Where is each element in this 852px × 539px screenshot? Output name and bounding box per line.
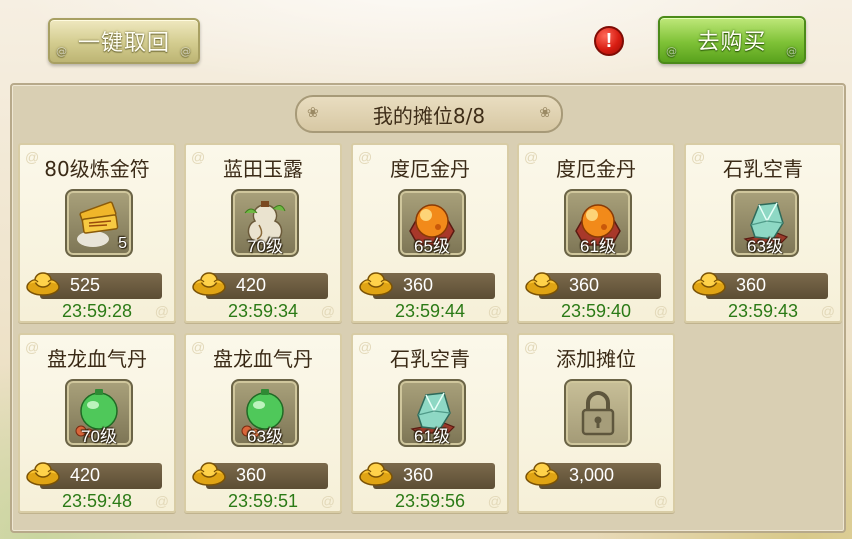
item-name: 石乳空青: [390, 347, 470, 371]
swirl-ornament-icon: @: [666, 45, 678, 58]
listing-timer: 23:59:43: [727, 301, 799, 321]
item-slot[interactable]: 63级: [231, 379, 299, 447]
item-slot[interactable]: 61级: [398, 379, 466, 447]
gold-ingot-icon: [359, 462, 393, 486]
add-stall-card[interactable]: @ 添加摊位 3,000 @: [517, 333, 675, 513]
item-price: 360: [736, 275, 767, 295]
item-level: 63级: [747, 237, 783, 256]
go-buy-label: 去购买: [697, 30, 767, 55]
listing-timer: 23:59:48: [61, 491, 133, 511]
go-buy-button[interactable]: @ 去购买 @: [658, 16, 806, 64]
corner-ornament-icon: @: [154, 303, 169, 319]
corner-ornament-icon: @: [320, 493, 335, 509]
listing-timer: 23:59:34: [227, 301, 299, 321]
corner-ornament-icon: @: [820, 303, 835, 319]
corner-ornament-icon: @: [320, 303, 335, 319]
listing-timer: 23:59:56: [394, 491, 466, 511]
item-level: 70级: [247, 237, 283, 256]
gold-ingot-icon: [192, 272, 226, 296]
item-name: 度厄金丹: [556, 157, 636, 181]
item-name: 度厄金丹: [390, 157, 470, 181]
swirl-ornament-icon: @: [180, 45, 192, 58]
gold-ingot-icon: [692, 272, 726, 296]
panel-title: 我的摊位8/8: [372, 103, 486, 128]
withdraw-all-label: 一键取回: [77, 31, 170, 56]
item-price: 360: [236, 465, 267, 485]
stall-card[interactable]: @ 度厄金丹 61级 360 23:59:40 @: [517, 143, 675, 323]
alert-icon[interactable]: !: [594, 26, 624, 56]
gold-ingot-icon: [192, 462, 226, 486]
gold-ingot-icon: [359, 272, 393, 296]
corner-ornament-icon: @: [653, 303, 668, 319]
stall-card[interactable]: @ 度厄金丹 65级 360 23:59:44 @: [351, 143, 509, 323]
lock-icon: [581, 391, 615, 436]
item-price: 360: [403, 465, 434, 485]
corner-ornament-icon: @: [487, 493, 502, 509]
scroll-ornament-icon: ❀: [307, 105, 319, 121]
corner-ornament-icon: @: [487, 303, 502, 319]
gold-ingot-icon: [525, 272, 559, 296]
item-price: 525: [70, 275, 101, 295]
gold-ingot-icon: [26, 462, 60, 486]
stall-card[interactable]: @ 盘龙血气丹 70级 420 23:59:48 @: [18, 333, 176, 513]
item-level: 70级: [81, 427, 117, 446]
item-slot[interactable]: 70级: [65, 379, 133, 447]
item-name: 盘龙血气丹: [47, 347, 147, 371]
item-price: 360: [403, 275, 434, 295]
swirl-ornament-icon: @: [56, 45, 68, 58]
listing-timer: 23:59:40: [560, 301, 632, 321]
stall-card[interactable]: @ 盘龙血气丹 63级 360 23:59:51 @: [184, 333, 342, 513]
panel-title-banner: ❀ 我的摊位8/8 ❀: [295, 95, 563, 133]
item-name: 石乳空青: [723, 157, 803, 181]
item-level: 65级: [414, 237, 450, 256]
corner-ornament-icon: @: [154, 493, 169, 509]
item-name: 蓝田玉露: [223, 157, 303, 181]
item-slot[interactable]: 61级: [564, 189, 632, 257]
scroll-ornament-icon: ❀: [539, 105, 551, 121]
item-quantity: 5: [118, 235, 127, 252]
item-name: 80级炼金符: [44, 157, 150, 181]
item-level: 61级: [580, 237, 616, 256]
swirl-ornament-icon: @: [786, 45, 798, 58]
item-slot[interactable]: 70级: [231, 189, 299, 257]
listing-timer: 23:59:44: [394, 301, 466, 321]
item-name: 盘龙血气丹: [213, 347, 313, 371]
stall-card[interactable]: @ 石乳空青 61级 360 23:59:56 @: [351, 333, 509, 513]
item-level: 63级: [247, 427, 283, 446]
listing-timer: 23:59:28: [61, 301, 133, 321]
listing-timer: 23:59:51: [227, 491, 299, 511]
withdraw-all-button[interactable]: @ 一键取回 @: [48, 18, 200, 64]
item-slot[interactable]: 5: [65, 189, 133, 257]
item-price: 420: [236, 275, 267, 295]
item-price: 360: [569, 275, 600, 295]
stall-card[interactable]: @ 80级炼金符 5 525 23:59:28 @: [18, 143, 176, 323]
item-slot[interactable]: 65级: [398, 189, 466, 257]
stall-card[interactable]: @ 蓝田玉露 70级 420 23:59:34 @: [184, 143, 342, 323]
item-level: 61级: [414, 427, 450, 446]
locked-slot[interactable]: [564, 379, 632, 447]
add-stall-label: 添加摊位: [556, 347, 636, 371]
corner-ornament-icon: @: [653, 493, 668, 509]
item-price: 420: [70, 465, 101, 485]
stall-card[interactable]: @ 石乳空青 63级 360 23:59:43 @: [684, 143, 842, 323]
item-slot[interactable]: 63级: [731, 189, 799, 257]
unlock-price: 3,000: [569, 465, 615, 485]
gold-ingot-icon: [26, 272, 60, 296]
gold-ingot-icon: [525, 462, 559, 486]
